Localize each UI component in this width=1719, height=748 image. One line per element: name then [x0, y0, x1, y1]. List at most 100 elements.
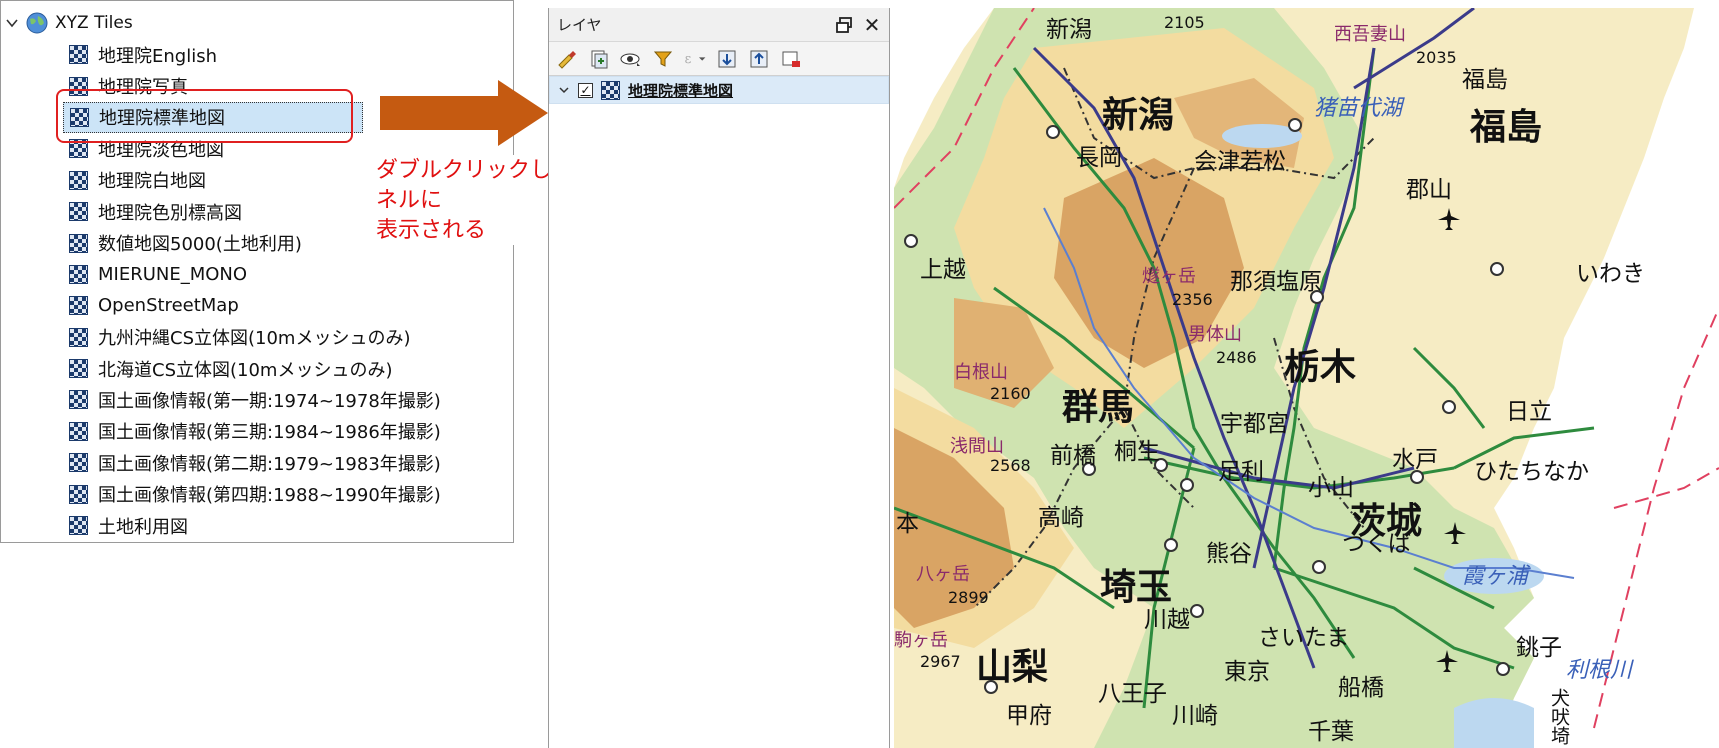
tile-layer-icon: [69, 45, 88, 65]
layers-panel: レイヤ ✕ ε ✓ 地理院標準地図: [548, 8, 890, 748]
tile-layer-icon: [69, 484, 88, 504]
mountain-label: 西吾妻山: [1334, 24, 1406, 45]
city-label: 新潟: [1046, 17, 1092, 43]
tile-item-label: 地理院English: [98, 45, 217, 67]
city-label: さいたま: [1258, 625, 1350, 651]
mountain-elevation: 2105: [1164, 13, 1205, 32]
tile-item[interactable]: 国土画像情報(第三期:1984~1986年撮影): [63, 416, 509, 447]
tile-item[interactable]: 地理院English: [63, 39, 509, 70]
city-label: 日立: [1506, 399, 1552, 425]
mountain-elevation: 2568: [990, 456, 1031, 475]
city-label: 熊谷: [1206, 541, 1252, 567]
tile-item[interactable]: 土地利用図: [63, 510, 509, 541]
layer-visibility-checkbox[interactable]: ✓: [578, 82, 593, 98]
city-label: いわき: [1576, 261, 1645, 287]
tile-layer-icon: [69, 516, 88, 536]
tile-item-label: 地理院白地図: [98, 171, 206, 193]
tile-layer-icon: [69, 296, 88, 316]
mountain-label: 駒ヶ岳: [894, 630, 948, 651]
tree-root-xyz-tiles[interactable]: XYZ Tiles: [5, 9, 133, 37]
tile-layer-icon: [69, 233, 88, 253]
map-canvas[interactable]: 新潟 福島 群馬 栃木 茨城 埼玉 山梨 新潟 長岡 会津若松 福島 郡山 上越…: [894, 8, 1719, 748]
chevron-down-icon[interactable]: [558, 84, 570, 96]
city-label: 足利: [1218, 459, 1264, 485]
remove-layer-icon[interactable]: [779, 47, 803, 71]
mountain-elevation: 2035: [1416, 48, 1457, 67]
layers-panel-titlebar: レイヤ ✕: [549, 8, 889, 42]
water-label: 利根川: [1566, 658, 1633, 683]
svg-text:ε: ε: [685, 52, 692, 67]
tile-item-label: MIERUNE_MONO: [98, 263, 248, 285]
city-label: 那須塩原: [1230, 269, 1322, 295]
tile-item[interactable]: 北海道CS立体図(10mメッシュのみ): [63, 353, 509, 384]
pref-label: 群馬: [1062, 387, 1135, 428]
tile-item[interactable]: 九州沖縄CS立体図(10mメッシュのみ): [63, 322, 509, 353]
water-label: 霞ヶ浦: [1462, 564, 1529, 589]
city-label: 小山: [1308, 475, 1354, 501]
tile-item-label: 土地利用図: [98, 516, 188, 538]
visibility-icon[interactable]: [619, 47, 643, 71]
chevron-down-icon[interactable]: [5, 16, 19, 30]
mountain-label: 男体山: [1188, 324, 1242, 345]
mountain-label: 燧ヶ岳: [1142, 266, 1196, 287]
tile-item[interactable]: OpenStreetMap: [63, 290, 509, 321]
collapse-all-icon[interactable]: [747, 47, 771, 71]
layers-toolbar: ε: [549, 42, 889, 76]
tile-item-label: 北海道CS立体図(10mメッシュのみ): [98, 359, 393, 381]
pref-label: 山梨: [976, 647, 1049, 688]
tree-root-label: XYZ Tiles: [55, 13, 133, 33]
tile-item-label: 国土画像情報(第二期:1979~1983年撮影): [98, 453, 441, 475]
expression-filter-icon[interactable]: ε: [683, 47, 707, 71]
city-label: 上越: [920, 257, 966, 283]
tile-layer-icon: [69, 421, 88, 441]
mountain-elevation: 2967: [920, 652, 961, 671]
mountain-label: 八ヶ岳: [916, 564, 970, 585]
city-label: 会津若松: [1194, 149, 1286, 175]
tile-layer-icon: [69, 327, 88, 347]
arrow-right-icon: [380, 80, 548, 146]
layer-row[interactable]: ✓ 地理院標準地図: [549, 76, 889, 104]
city-label: 東京: [1224, 659, 1270, 685]
city-marker: [1490, 262, 1504, 276]
city-label: 高崎: [1038, 505, 1084, 531]
city-marker: [1190, 604, 1204, 618]
pref-label: 福島: [1470, 107, 1543, 148]
city-label: 郡山: [1406, 177, 1452, 203]
city-label: 川崎: [1172, 703, 1218, 729]
tile-layer-icon: [69, 202, 88, 222]
undock-icon[interactable]: [833, 14, 855, 36]
city-label: 船橋: [1338, 675, 1384, 701]
tile-item[interactable]: MIERUNE_MONO: [63, 259, 509, 290]
city-marker: [1164, 538, 1178, 552]
mountain-elevation: 2160: [990, 384, 1031, 403]
tile-item[interactable]: 国土画像情報(第二期:1979~1983年撮影): [63, 447, 509, 478]
city-label: 甲府: [1006, 703, 1052, 729]
tile-layer-icon: [69, 170, 88, 190]
city-marker: [1046, 125, 1060, 139]
tile-layer-icon: [69, 453, 88, 473]
tile-item-label: 国土画像情報(第三期:1984~1986年撮影): [98, 422, 441, 444]
city-label: 千葉: [1308, 719, 1354, 745]
city-label: 銚子: [1516, 635, 1562, 661]
city-label: 長岡: [1076, 145, 1122, 171]
city-label: 宇都宮: [1220, 411, 1289, 437]
coast-label: 犬吠埼: [1548, 688, 1570, 745]
filter-icon[interactable]: [651, 47, 675, 71]
close-icon[interactable]: ✕: [861, 13, 883, 37]
city-label: 福島: [1462, 67, 1508, 93]
mountain-label: 白根山: [954, 362, 1008, 383]
expand-all-icon[interactable]: [715, 47, 739, 71]
add-group-icon[interactable]: [587, 47, 611, 71]
globe-icon: [26, 12, 48, 34]
city-label: ひたちなか: [1474, 459, 1589, 485]
city-label: 水戸: [1392, 447, 1438, 473]
tile-item[interactable]: 国土画像情報(第四期:1988~1990年撮影): [63, 478, 509, 509]
city-label: 桐生: [1114, 439, 1160, 465]
style-icon[interactable]: [555, 47, 579, 71]
tile-item-label: OpenStreetMap: [98, 295, 239, 317]
pref-label: 新潟: [1102, 95, 1175, 136]
tile-item-label: 国土画像情報(第一期:1974~1978年撮影): [98, 390, 441, 412]
tile-layer-icon: [69, 359, 88, 379]
city-marker: [1288, 118, 1302, 132]
tile-item[interactable]: 国土画像情報(第一期:1974~1978年撮影): [63, 384, 509, 415]
